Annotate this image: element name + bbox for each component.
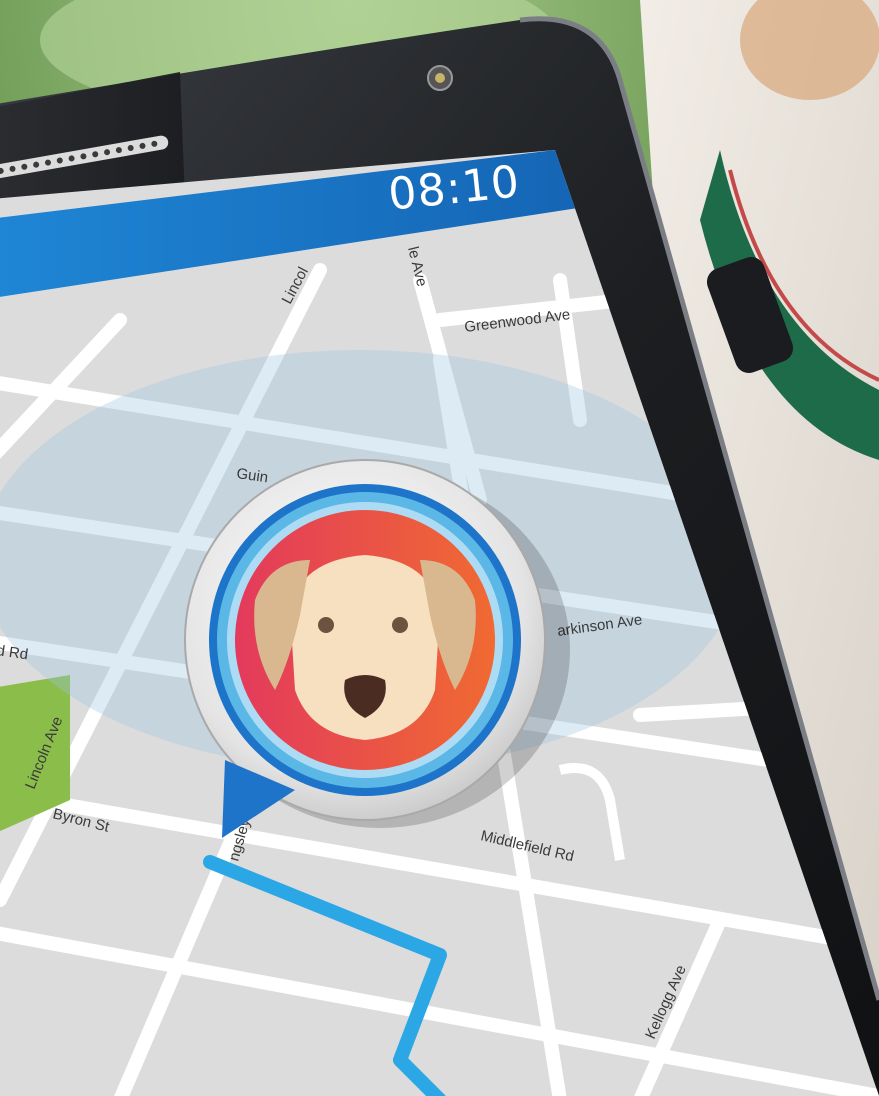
- street-label: d Rd: [0, 642, 29, 663]
